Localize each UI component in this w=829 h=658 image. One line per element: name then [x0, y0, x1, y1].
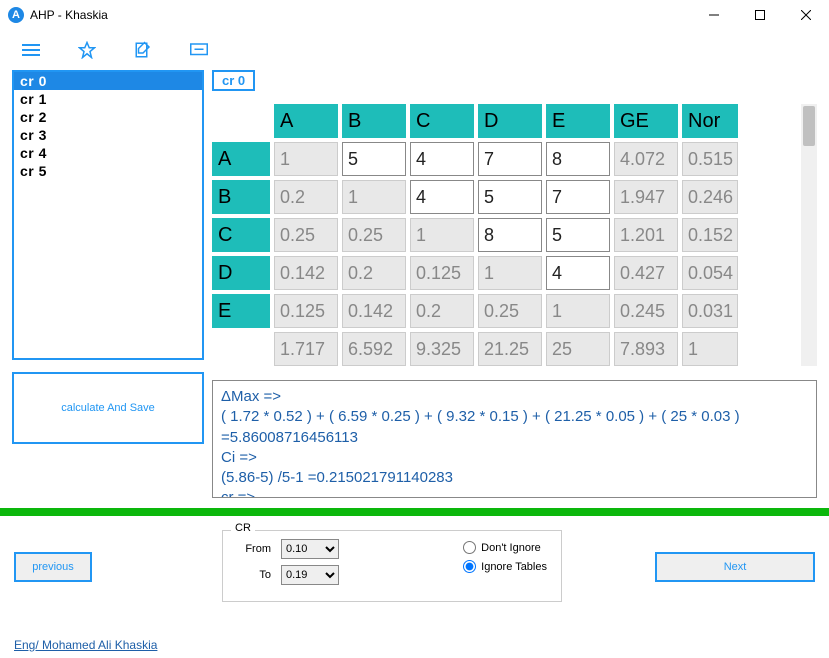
- comparison-matrix: ABCDEGENorA154784.0720.515B0.214571.9470…: [212, 104, 797, 366]
- matrix-cell: 1: [546, 294, 610, 328]
- column-header: A: [274, 104, 338, 138]
- row-header: B: [212, 180, 270, 214]
- criteria-list[interactable]: cr 0 cr 1 cr 2 cr 3 cr 4 cr 5: [12, 70, 204, 360]
- matrix-cell: 1: [342, 180, 406, 214]
- app-icon: A: [8, 7, 24, 23]
- calculation-output: ΔMax => ( 1.72 * 0.52 ) + ( 6.59 * 0.25 …: [212, 380, 817, 498]
- group-legend: CR: [231, 522, 255, 534]
- calc-line: cr =>: [221, 488, 808, 498]
- new-icon[interactable]: [78, 41, 96, 59]
- close-button[interactable]: [783, 0, 829, 30]
- list-item[interactable]: cr 0: [14, 72, 202, 90]
- matrix-cell: 1.947: [614, 180, 678, 214]
- sum-cell: 1: [682, 332, 738, 366]
- column-header: E: [546, 104, 610, 138]
- matrix-cell: 0.125: [410, 256, 474, 290]
- matrix-cell: 1.201: [614, 218, 678, 252]
- matrix-cell: 0.152: [682, 218, 738, 252]
- column-header: Nor: [682, 104, 738, 138]
- matrix-cell[interactable]: 4: [410, 142, 474, 176]
- matrix-cell: 0.054: [682, 256, 738, 290]
- calculate-save-button[interactable]: calculate And Save: [12, 372, 204, 444]
- column-header: B: [342, 104, 406, 138]
- author-link[interactable]: Eng/ Mohamed Ali Khaskia: [14, 638, 157, 652]
- dont-ignore-radio[interactable]: Don't Ignore: [463, 541, 547, 554]
- display-icon[interactable]: [190, 43, 208, 57]
- matrix-cell[interactable]: 5: [478, 180, 542, 214]
- row-header: D: [212, 256, 270, 290]
- matrix-cell: 1: [410, 218, 474, 252]
- column-header: C: [410, 104, 474, 138]
- list-item[interactable]: cr 5: [14, 162, 202, 180]
- to-label: To: [235, 569, 271, 581]
- row-header: C: [212, 218, 270, 252]
- sum-cell: 7.893: [614, 332, 678, 366]
- previous-button[interactable]: previous: [14, 552, 92, 582]
- selected-criteria-badge: cr 0: [212, 70, 255, 91]
- calc-line: ( 1.72 * 0.52 ) + ( 6.59 * 0.25 ) + ( 9.…: [221, 407, 808, 448]
- edit-icon[interactable]: [134, 41, 152, 59]
- sum-cell: 6.592: [342, 332, 406, 366]
- matrix-cell: 0.031: [682, 294, 738, 328]
- column-header: GE: [614, 104, 678, 138]
- matrix-cell[interactable]: 8: [546, 142, 610, 176]
- list-item[interactable]: cr 1: [14, 90, 202, 108]
- matrix-cell: 0.25: [274, 218, 338, 252]
- row-header: E: [212, 294, 270, 328]
- sum-cell: 1.717: [274, 332, 338, 366]
- matrix-cell: 0.2: [410, 294, 474, 328]
- sum-cell: 21.25: [478, 332, 542, 366]
- matrix-cell: 4.072: [614, 142, 678, 176]
- sum-cell: 25: [546, 332, 610, 366]
- sum-cell: 9.325: [410, 332, 474, 366]
- corner: [212, 332, 270, 366]
- separator: [0, 508, 829, 516]
- title-bar: A AHP - Khaskia: [0, 0, 829, 30]
- maximize-button[interactable]: [737, 0, 783, 30]
- matrix-cell: 0.142: [342, 294, 406, 328]
- matrix-cell[interactable]: 4: [410, 180, 474, 214]
- cr-range-group: CR From 0.10 To 0.19 Don't Ignore Ignore…: [222, 530, 562, 602]
- matrix-cell[interactable]: 4: [546, 256, 610, 290]
- list-item[interactable]: cr 4: [14, 144, 202, 162]
- list-item[interactable]: cr 2: [14, 108, 202, 126]
- menu-icon[interactable]: [22, 44, 40, 56]
- matrix-cell[interactable]: 5: [342, 142, 406, 176]
- matrix-cell: 0.125: [274, 294, 338, 328]
- calc-line: (5.86-5) /5-1 =0.215021791140283: [221, 468, 808, 488]
- from-select[interactable]: 0.10: [281, 539, 339, 559]
- matrix-cell[interactable]: 5: [546, 218, 610, 252]
- matrix-cell: 0.2: [274, 180, 338, 214]
- matrix-cell[interactable]: 8: [478, 218, 542, 252]
- ignore-tables-radio[interactable]: Ignore Tables: [463, 560, 547, 573]
- next-button[interactable]: Next: [655, 552, 815, 582]
- matrix-cell: 1: [478, 256, 542, 290]
- matrix-cell: 0.142: [274, 256, 338, 290]
- matrix-cell: 1: [274, 142, 338, 176]
- calc-line: Ci =>: [221, 448, 808, 468]
- from-label: From: [235, 543, 271, 555]
- matrix-cell[interactable]: 7: [546, 180, 610, 214]
- matrix-cell: 0.25: [478, 294, 542, 328]
- window-title: AHP - Khaskia: [30, 8, 108, 22]
- vertical-scrollbar[interactable]: [801, 104, 817, 366]
- matrix-cell: 0.427: [614, 256, 678, 290]
- matrix-cell: 0.246: [682, 180, 738, 214]
- toolbar: [0, 30, 829, 70]
- matrix-cell: 0.2: [342, 256, 406, 290]
- list-item[interactable]: cr 3: [14, 126, 202, 144]
- calc-line: ΔMax =>: [221, 387, 808, 407]
- corner: [212, 104, 270, 138]
- to-select[interactable]: 0.19: [281, 565, 339, 585]
- matrix-cell: 0.245: [614, 294, 678, 328]
- row-header: A: [212, 142, 270, 176]
- matrix-cell: 0.25: [342, 218, 406, 252]
- minimize-button[interactable]: [691, 0, 737, 30]
- column-header: D: [478, 104, 542, 138]
- matrix-cell[interactable]: 7: [478, 142, 542, 176]
- matrix-cell: 0.515: [682, 142, 738, 176]
